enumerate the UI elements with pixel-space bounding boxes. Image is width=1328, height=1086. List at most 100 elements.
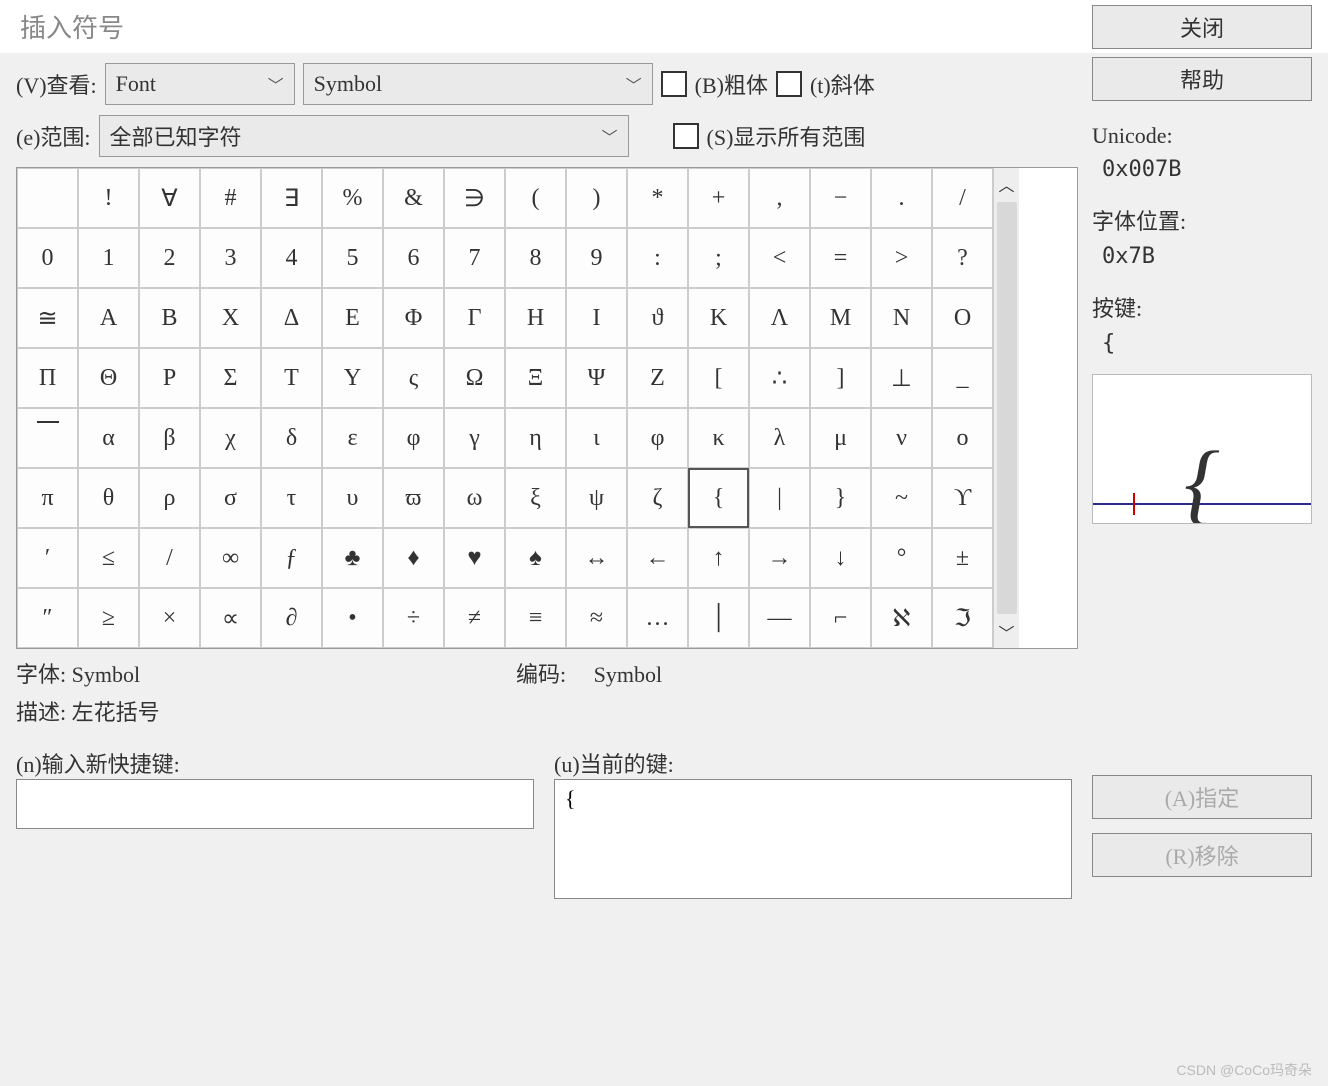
char-cell[interactable]: 7 [444, 228, 505, 288]
char-cell[interactable]: + [688, 168, 749, 228]
char-cell[interactable]: H [505, 288, 566, 348]
char-cell[interactable]: Λ [749, 288, 810, 348]
char-cell[interactable]: 8 [505, 228, 566, 288]
char-cell[interactable]: Σ [200, 348, 261, 408]
assign-button[interactable]: (A)指定 [1092, 775, 1312, 819]
char-cell[interactable]: ε [322, 408, 383, 468]
char-cell[interactable]: θ [78, 468, 139, 528]
char-cell[interactable]: # [200, 168, 261, 228]
remove-button[interactable]: (R)移除 [1092, 833, 1312, 877]
char-cell[interactable]: M [810, 288, 871, 348]
char-cell[interactable]: ƒ [261, 528, 322, 588]
char-cell[interactable]: B [139, 288, 200, 348]
char-cell[interactable]: A [78, 288, 139, 348]
char-cell[interactable]: τ [261, 468, 322, 528]
char-cell[interactable]: ∀ [139, 168, 200, 228]
char-cell[interactable]: ? [932, 228, 993, 288]
char-cell[interactable]: ( [505, 168, 566, 228]
char-cell[interactable]: ] [810, 348, 871, 408]
char-cell[interactable]: ν [871, 408, 932, 468]
char-cell[interactable]: P [139, 348, 200, 408]
char-cell[interactable]: 0 [17, 228, 78, 288]
char-cell[interactable]: Π [17, 348, 78, 408]
char-cell[interactable]: 3 [200, 228, 261, 288]
char-cell[interactable]: ↑ [688, 528, 749, 588]
char-cell[interactable]: ↓ [810, 528, 871, 588]
char-cell[interactable]: ° [871, 528, 932, 588]
char-cell[interactable]: − [810, 168, 871, 228]
char-cell[interactable]: | [749, 468, 810, 528]
char-cell[interactable]: ∞ [200, 528, 261, 588]
char-cell[interactable]: ! [78, 168, 139, 228]
char-cell[interactable]: ℵ [871, 588, 932, 648]
char-cell[interactable]: N [871, 288, 932, 348]
scroll-up-icon[interactable]: ︿ [994, 168, 1018, 200]
char-cell[interactable]: T [261, 348, 322, 408]
char-cell[interactable]: ∝ [200, 588, 261, 648]
char-cell[interactable]: : [627, 228, 688, 288]
char-cell[interactable]: ϑ [627, 288, 688, 348]
char-cell[interactable]: Θ [78, 348, 139, 408]
char-cell[interactable]: ψ [566, 468, 627, 528]
char-cell[interactable]: I [566, 288, 627, 348]
char-cell[interactable]: η [505, 408, 566, 468]
char-cell[interactable]: _ [932, 348, 993, 408]
char-cell[interactable]: Ω [444, 348, 505, 408]
char-cell[interactable]: ϒ [932, 468, 993, 528]
char-cell[interactable]: . [871, 168, 932, 228]
font-name-combo[interactable]: Symbol ﹀ [303, 63, 653, 105]
char-cell[interactable]: [ [688, 348, 749, 408]
char-cell[interactable]: φ [627, 408, 688, 468]
char-cell[interactable]: ≥ [78, 588, 139, 648]
char-cell[interactable]: ∂ [261, 588, 322, 648]
char-cell[interactable]: Γ [444, 288, 505, 348]
char-cell[interactable]: β [139, 408, 200, 468]
char-cell[interactable]: Ξ [505, 348, 566, 408]
char-cell[interactable]: % [322, 168, 383, 228]
range-combo[interactable]: 全部已知字符 ﹀ [99, 115, 629, 157]
char-cell[interactable]: ′ [17, 528, 78, 588]
char-cell[interactable]: ± [932, 528, 993, 588]
char-cell[interactable]: ϖ [383, 468, 444, 528]
char-cell[interactable]: μ [810, 408, 871, 468]
char-cell[interactable]: × [139, 588, 200, 648]
char-cell[interactable]: Ψ [566, 348, 627, 408]
char-cell[interactable]: ξ [505, 468, 566, 528]
char-cell[interactable]: ~ [871, 468, 932, 528]
scroll-down-icon[interactable]: ﹀ [994, 616, 1018, 648]
char-cell[interactable]: < [749, 228, 810, 288]
char-cell[interactable]: Z [627, 348, 688, 408]
char-cell[interactable]: π [17, 468, 78, 528]
help-button[interactable]: 帮助 [1092, 57, 1312, 101]
char-cell[interactable]: ← [627, 528, 688, 588]
char-cell[interactable]: ) [566, 168, 627, 228]
char-cell[interactable]: ♦ [383, 528, 444, 588]
char-cell[interactable]: φ [383, 408, 444, 468]
char-cell[interactable]: { [688, 468, 749, 528]
char-cell[interactable]: │ [688, 588, 749, 648]
char-cell[interactable]: 5 [322, 228, 383, 288]
char-cell[interactable]: / [139, 528, 200, 588]
char-cell[interactable]: 1 [78, 228, 139, 288]
char-cell[interactable]: ζ [627, 468, 688, 528]
scroll-thumb[interactable] [997, 202, 1017, 614]
char-cell[interactable] [17, 168, 78, 228]
char-cell[interactable]: ≠ [444, 588, 505, 648]
char-cell[interactable]: … [627, 588, 688, 648]
char-cell[interactable]: → [749, 528, 810, 588]
char-cell[interactable]: ≅ [17, 288, 78, 348]
char-cell[interactable]: ♠ [505, 528, 566, 588]
new-shortcut-input[interactable] [16, 779, 534, 829]
char-cell[interactable]: ∃ [261, 168, 322, 228]
char-cell[interactable]: ⌐ [810, 588, 871, 648]
char-cell[interactable]: λ [749, 408, 810, 468]
char-cell[interactable]: } [810, 468, 871, 528]
char-cell[interactable]: ο [932, 408, 993, 468]
char-cell[interactable]: E [322, 288, 383, 348]
char-cell[interactable]: ρ [139, 468, 200, 528]
char-cell[interactable]: • [322, 588, 383, 648]
current-keys-list[interactable] [554, 779, 1072, 899]
char-cell[interactable]: ω [444, 468, 505, 528]
font-type-combo[interactable]: Font ﹀ [105, 63, 295, 105]
char-cell[interactable]: ≡ [505, 588, 566, 648]
